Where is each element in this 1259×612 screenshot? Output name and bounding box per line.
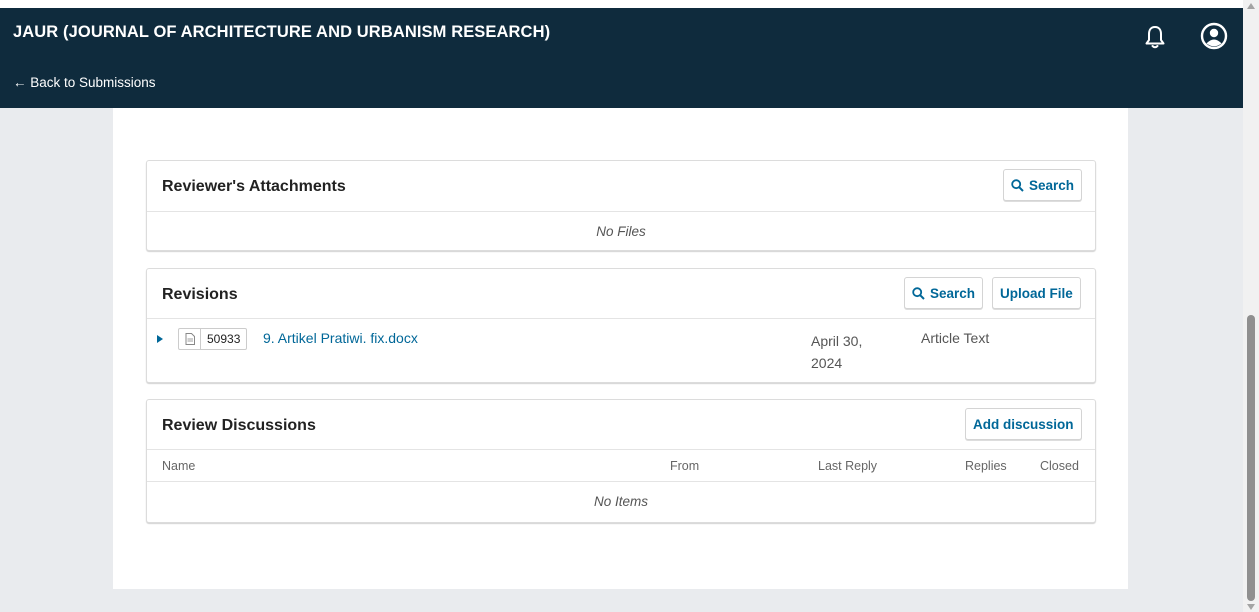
column-header-replies: Replies — [965, 459, 1007, 473]
divider — [147, 449, 1095, 450]
search-icon — [912, 286, 925, 300]
revisions-card: Revisions Search Upload File 50933 9. Ar… — [146, 268, 1096, 383]
file-date: April 30, 2024 — [811, 333, 863, 371]
divider — [147, 481, 1095, 482]
expand-toggle-icon[interactable] — [157, 335, 163, 343]
add-discussion-button[interactable]: Add discussion — [965, 408, 1082, 440]
revisions-title: Revisions — [162, 286, 238, 303]
file-id-badge: 50933 — [178, 328, 248, 350]
document-icon — [179, 329, 201, 349]
file-name-link[interactable]: 9. Artikel Pratiwi. fix.docx — [263, 330, 418, 346]
journal-title: JAUR (JOURNAL OF ARCHITECTURE AND URBANI… — [13, 23, 551, 41]
app-header: JAUR (JOURNAL OF ARCHITECTURE AND URBANI… — [0, 8, 1243, 108]
content-panel: Reviewer's Attachments Search No Files R… — [113, 108, 1128, 589]
divider — [147, 318, 1095, 319]
main-area: Reviewer's Attachments Search No Files R… — [0, 108, 1243, 612]
user-icon[interactable] — [1200, 22, 1228, 50]
search-icon — [1011, 178, 1024, 192]
reviewer-attachments-title: Reviewer's Attachments — [162, 178, 346, 195]
upload-file-button[interactable]: Upload File — [992, 277, 1081, 309]
reviewer-attachments-card: Reviewer's Attachments Search No Files — [146, 160, 1096, 251]
revisions-search-button[interactable]: Search — [904, 277, 984, 309]
browser-top-strip — [0, 0, 1243, 8]
column-header-closed: Closed — [1040, 459, 1079, 473]
column-header-last-reply: Last Reply — [818, 459, 878, 473]
column-header-from: From — [670, 459, 700, 473]
back-to-submissions-link[interactable]: ← Back to Submissions — [13, 75, 156, 90]
no-files-text: No Files — [596, 224, 646, 239]
bell-icon[interactable] — [1143, 24, 1167, 50]
search-label: Search — [1029, 177, 1075, 193]
review-discussions-card: Review Discussions Add discussion Name F… — [146, 399, 1096, 523]
file-id: 50933 — [207, 332, 241, 346]
vertical-scrollbar[interactable] — [1243, 0, 1259, 612]
file-genre: Article Text — [921, 330, 990, 346]
scrollbar-thumb[interactable] — [1247, 315, 1255, 601]
divider — [147, 211, 1095, 212]
scroll-up-arrow-icon[interactable] — [1247, 3, 1255, 9]
reviewer-attachments-search-button[interactable]: Search — [1003, 169, 1083, 201]
scroll-down-arrow-icon[interactable] — [1247, 604, 1255, 610]
review-discussions-title: Review Discussions — [162, 417, 316, 434]
search-label: Search — [930, 285, 976, 301]
no-items-text: No Items — [593, 494, 648, 509]
column-header-name: Name — [162, 459, 196, 473]
